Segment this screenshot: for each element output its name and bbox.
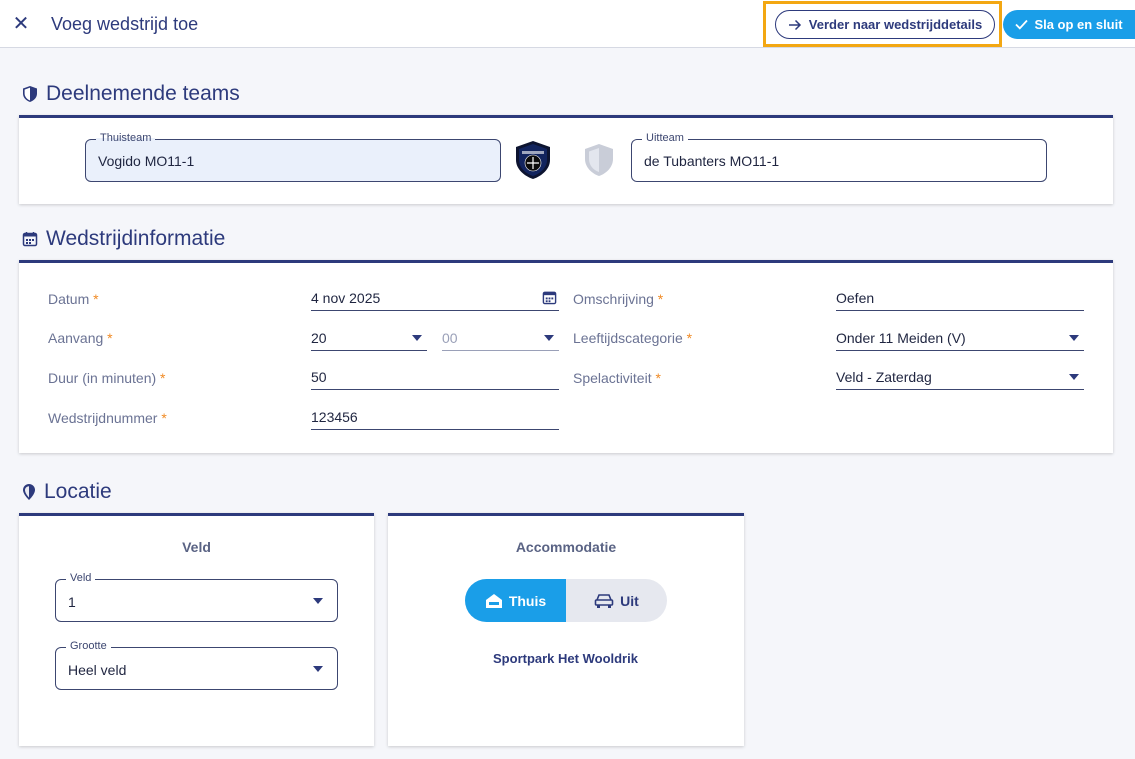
chevron-down-icon (544, 335, 554, 341)
aanvang-hour-value: 20 (311, 330, 327, 346)
home-team-field[interactable]: Thuisteam Vogido MO11-1 (85, 132, 501, 182)
chevron-down-icon (1069, 374, 1079, 380)
omschrijving-label: Omschrijving * (573, 291, 664, 307)
grootte-field-label: Grootte (66, 640, 111, 652)
veld-subtitle: Veld (182, 539, 211, 555)
location-pin-icon (23, 484, 35, 500)
away-team-field[interactable]: Uitteam de Tubanters MO11-1 (631, 132, 1047, 182)
info-section-title: Wedstrijdinformatie (22, 227, 225, 251)
home-icon (485, 593, 502, 608)
location-section-title: Locatie (22, 480, 112, 504)
datum-label: Datum * (48, 291, 99, 307)
wedstrijdnummer-field[interactable]: 123456 (311, 408, 559, 430)
veld-value: 1 (68, 593, 76, 610)
accommodatie-subtitle: Accommodatie (515, 539, 617, 555)
leeftijdscategorie-label: Leeftijdscategorie * (573, 330, 693, 346)
aanvang-label: Aanvang * (48, 330, 113, 346)
teams-title-text: Deelnemende teams (46, 82, 240, 105)
grootte-value: Heel veld (68, 661, 127, 678)
arrow-right-icon (788, 19, 801, 30)
top-bar: ✕ Voeg wedstrijd toe Verder naar wedstri… (0, 0, 1135, 48)
info-title-text: Wedstrijdinformatie (46, 227, 226, 250)
away-team-value: de Tubanters MO11-1 (644, 152, 780, 169)
veld-select[interactable]: Veld 1 (55, 572, 338, 622)
next-to-match-details-button[interactable]: Verder naar wedstrijddetails (775, 10, 995, 39)
save-and-close-button[interactable]: Sla op en sluit (1003, 10, 1135, 39)
aanvang-minute-value: 00 (442, 330, 458, 346)
duur-label: Duur (in minuten) * (48, 370, 166, 386)
omschrijving-field[interactable]: Oefen (836, 289, 1084, 311)
duur-value: 50 (311, 369, 327, 385)
wedstrijdnummer-label: Wedstrijdnummer * (48, 410, 167, 426)
calendar-picker-icon[interactable] (542, 290, 557, 305)
home-away-toggle: Thuis Uit (465, 579, 667, 622)
spelactiviteit-label: Spelactiviteit * (573, 370, 661, 386)
next-button-label: Verder naar wedstrijddetails (808, 17, 983, 32)
close-icon[interactable]: ✕ (12, 14, 30, 34)
wedstrijdnummer-value: 123456 (311, 409, 358, 425)
leeftijdscategorie-select[interactable]: Onder 11 Meiden (V) (836, 329, 1084, 351)
check-icon (1015, 19, 1029, 30)
spelactiviteit-select[interactable]: Veld - Zaterdag (836, 368, 1084, 390)
aanvang-minute-select[interactable]: 00 (442, 329, 559, 351)
chevron-down-icon (1069, 335, 1079, 341)
home-team-value: Vogido MO11-1 (98, 152, 195, 169)
uit-option[interactable]: Uit (566, 579, 667, 622)
veld-field-label: Veld (66, 572, 96, 584)
chevron-down-icon (313, 666, 323, 672)
page-title: Voeg wedstrijd toe (51, 14, 199, 34)
datum-field[interactable]: 4 nov 2025 (311, 289, 559, 311)
away-team-label: Uitteam (642, 132, 688, 144)
home-team-logo (513, 140, 553, 180)
chevron-down-icon (313, 598, 323, 604)
duur-field[interactable]: 50 (311, 368, 559, 390)
away-team-shield-icon (582, 142, 616, 178)
omschrijving-value: Oefen (836, 290, 875, 306)
car-icon (594, 593, 614, 608)
uit-label: Uit (620, 592, 639, 609)
chevron-down-icon (412, 335, 422, 341)
thuis-label: Thuis (508, 592, 547, 609)
datum-value: 4 nov 2025 (311, 290, 381, 306)
spelactiviteit-value: Veld - Zaterdag (836, 369, 932, 385)
location-title-text: Locatie (44, 480, 112, 503)
home-team-label: Thuisteam (96, 132, 156, 144)
save-button-label: Sla op en sluit (1034, 17, 1123, 32)
calendar-icon (22, 232, 38, 247)
teams-section-title: Deelnemende teams (22, 82, 240, 106)
aanvang-hour-select[interactable]: 20 (311, 329, 427, 351)
grootte-select[interactable]: Grootte Heel veld (55, 640, 338, 690)
venue-name: Sportpark Het Wooldrik (493, 651, 638, 666)
thuis-option[interactable]: Thuis (465, 579, 566, 622)
shield-icon (23, 86, 37, 102)
leeftijdscategorie-value: Onder 11 Meiden (V) (836, 330, 966, 346)
